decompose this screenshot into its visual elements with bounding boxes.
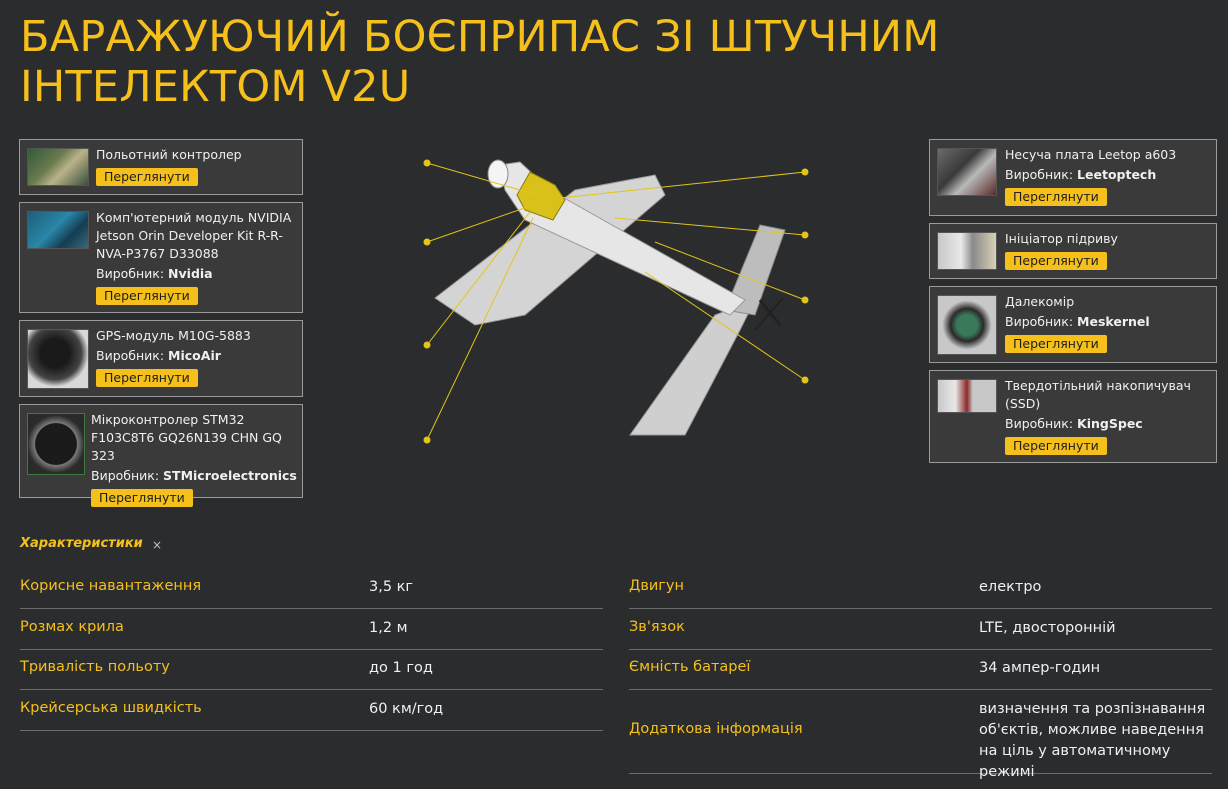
spec-value: 1,2 м <box>369 620 408 636</box>
component-name: Комп'ютерний модуль NVIDIA Jetson Orin D… <box>96 210 292 261</box>
drone-diagram <box>423 159 809 444</box>
spec-row: Розмах крила 1,2 м <box>20 609 603 650</box>
spec-value: LTE, двосторонній <box>979 620 1116 636</box>
view-button[interactable]: Переглянути <box>1005 335 1107 353</box>
component-name: GPS-модуль M10G-5883 <box>96 328 251 343</box>
stm32-chip-photo <box>27 413 85 475</box>
view-button[interactable]: Переглянути <box>96 369 198 387</box>
manufacturer: Виробник: STMicroelectronics <box>91 468 297 483</box>
spec-key: Розмах крила <box>20 619 124 635</box>
spec-key: Двигун <box>629 578 684 594</box>
spec-row: Крейсерська швидкість 60 км/год <box>20 690 603 731</box>
spec-value: визначення та розпізнавання об'єктів, мо… <box>979 701 1206 780</box>
spec-key: Тривалість польоту <box>20 659 170 675</box>
spec-value: до 1 год <box>369 660 433 676</box>
flight-controller-photo <box>27 148 89 186</box>
spec-row: Тривалість польоту до 1 год <box>20 650 603 690</box>
spec-row: Додаткова інформація визначення та розпі… <box>629 690 1212 780</box>
manufacturer: Виробник: MicoAir <box>96 348 221 363</box>
manufacturer: Виробник: Leetoptech <box>1005 167 1157 182</box>
component-card: GPS-модуль M10G-5883 Виробник: MicoAir П… <box>19 320 303 397</box>
spec-value: 34 ампер-годин <box>979 660 1101 676</box>
drone-rear-wing <box>629 299 757 436</box>
page-title: БАРАЖУЮЧИЙ БОЄПРИПАС ЗІ ШТУЧНИМ ІНТЕЛЕКТ… <box>20 12 940 112</box>
component-card: Ініціатор підриву Переглянути <box>929 223 1217 279</box>
close-icon[interactable]: × <box>152 538 162 552</box>
jetson-module-photo <box>27 211 89 249</box>
component-card: Комп'ютерний модуль NVIDIA Jetson Orin D… <box>19 202 303 313</box>
spec-key: Крейсерська швидкість <box>20 700 202 716</box>
gps-module-photo <box>27 329 89 389</box>
view-button[interactable]: Переглянути <box>96 287 198 305</box>
component-card: Далекомір Виробник: Meskernel Переглянут… <box>929 286 1217 363</box>
spec-key: Зв'язок <box>629 619 685 635</box>
spec-row: Ємність батареї 34 ампер-годин <box>629 650 1212 690</box>
component-name: Польотний контролер <box>96 147 242 162</box>
spec-value: електро <box>979 579 1042 595</box>
carrier-board-photo <box>937 148 997 196</box>
component-card: Мікроконтролер STM32 F103C8T6 GQ26N139 C… <box>19 404 303 507</box>
spec-key: Додаткова інформація <box>629 721 803 737</box>
view-button[interactable]: Переглянути <box>91 489 193 507</box>
manufacturer: Виробник: Meskernel <box>1005 314 1150 329</box>
manufacturer: Виробник: KingSpec <box>1005 416 1143 431</box>
view-button[interactable]: Переглянути <box>1005 252 1107 270</box>
spec-key: Корисне навантаження <box>20 578 202 594</box>
component-name: Ініціатор підриву <box>1005 231 1118 246</box>
component-name: Далекомір <box>1005 294 1075 309</box>
spec-row: Зв'язок LTE, двосторонній <box>629 609 1212 650</box>
component-name: Мікроконтролер STM32 F103C8T6 GQ26N139 C… <box>91 412 282 463</box>
specs-heading: Характеристики <box>20 536 143 551</box>
detonator-photo <box>937 232 997 270</box>
manufacturer: Виробник: Nvidia <box>96 266 213 281</box>
spec-value: 60 км/год <box>369 701 444 717</box>
spec-key: Ємність батареї <box>629 659 751 675</box>
view-button[interactable]: Переглянути <box>1005 188 1107 206</box>
component-name: Твердотільний накопичувач (SSD) <box>1005 378 1191 411</box>
view-button[interactable]: Переглянути <box>1005 437 1107 455</box>
spec-row: Корисне навантаження 3,5 кг <box>20 568 603 609</box>
spec-row: Двигун електро <box>629 568 1212 609</box>
ssd-photo <box>937 379 997 413</box>
view-button[interactable]: Переглянути <box>96 168 198 186</box>
component-card: Твердотільний накопичувач (SSD) Виробник… <box>929 370 1217 463</box>
component-card: Несуча плата Leetop a603 Виробник: Leeto… <box>929 139 1217 216</box>
spec-value: 3,5 кг <box>369 579 414 595</box>
component-name: Несуча плата Leetop a603 <box>1005 147 1177 162</box>
rangefinder-photo <box>937 295 997 355</box>
component-card: Польотний контролер Переглянути <box>19 139 303 195</box>
